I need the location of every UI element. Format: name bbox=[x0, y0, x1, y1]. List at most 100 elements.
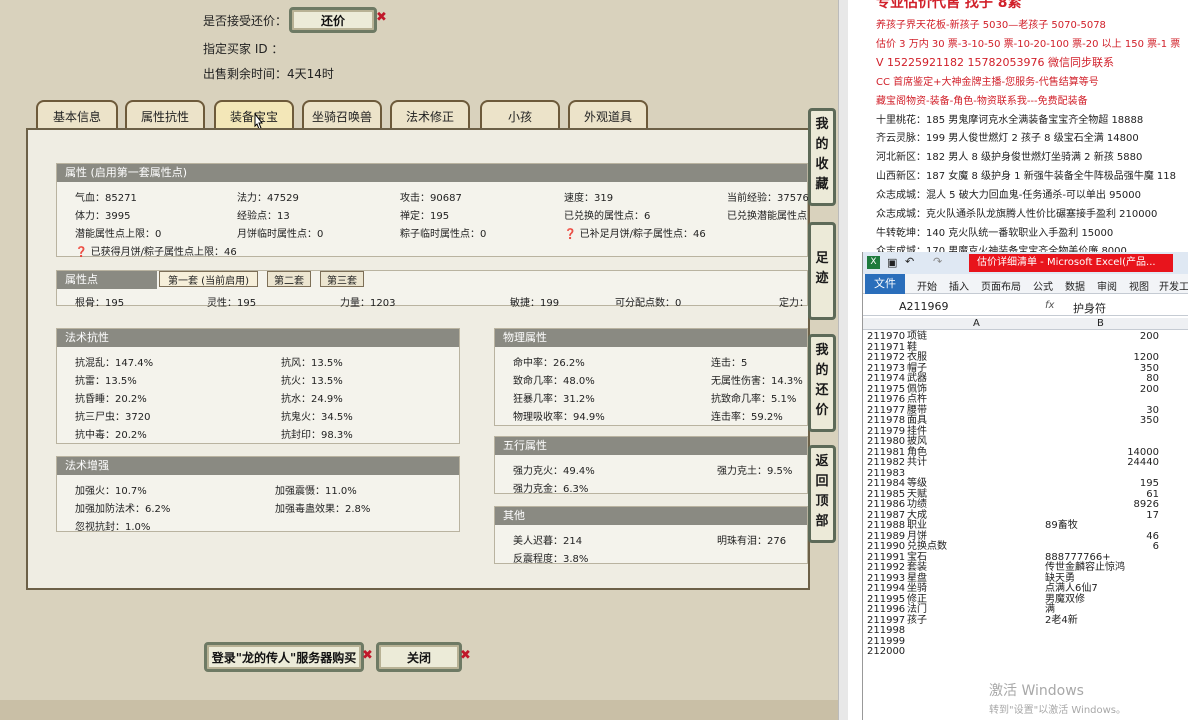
resist-cell: 抗水：24.9% bbox=[281, 394, 343, 405]
attr-cell: 禅定：195 bbox=[400, 211, 450, 222]
redo-icon[interactable]: ↷ bbox=[933, 255, 942, 268]
cell-a[interactable]: 坐骑 bbox=[907, 583, 927, 595]
attribute-group: 属性 (启用第一套属性点) 气血：85271 法力：47529 攻击：90687… bbox=[56, 163, 809, 258]
cell-b[interactable]: 6 bbox=[1153, 541, 1159, 553]
cell-b[interactable]: 89畜牧 bbox=[1045, 520, 1078, 532]
menu-page-layout[interactable]: 页面布局 bbox=[981, 278, 1021, 293]
undo-icon[interactable]: ↶ bbox=[905, 255, 914, 268]
excel-logo-icon: X bbox=[867, 256, 880, 269]
sheet-row[interactable]: 211994 坐骑 点满人6仙7 bbox=[863, 583, 1188, 595]
ad-line: 牛转乾坤：140 克火队统一番软职业入手盈利 15000 bbox=[876, 228, 1114, 239]
sheet-row[interactable]: 211972 衣服 1200 bbox=[863, 352, 1188, 364]
row-number: 212000 bbox=[867, 646, 906, 657]
cell-b[interactable]: 1200 bbox=[1134, 352, 1159, 364]
menu-view[interactable]: 视图 bbox=[1129, 278, 1149, 293]
ad-line: 估价 3 万内 30 票-3-10-50 票-10-20-100 票-20 以上… bbox=[876, 39, 1181, 50]
sheet-row[interactable]: 211990 兑换点数 6 bbox=[863, 541, 1188, 553]
sheet-row[interactable]: 211974 武器 80 bbox=[863, 373, 1188, 385]
cell-a[interactable]: 孩子 bbox=[907, 615, 927, 627]
cell-a[interactable]: 披风 bbox=[907, 436, 927, 448]
sheet-row[interactable]: 211980 披风 bbox=[863, 436, 1188, 448]
tab-appearance[interactable]: 外观道具 bbox=[568, 100, 648, 130]
history-button[interactable]: 足迹 bbox=[808, 222, 836, 320]
cell-a[interactable]: 项链 bbox=[907, 331, 927, 343]
buyer-id-label: 指定买家 ID ： bbox=[203, 42, 284, 56]
formula-input[interactable]: 护身符 bbox=[1073, 300, 1106, 316]
cell-a[interactable]: 等级 bbox=[907, 478, 927, 490]
sheet-row[interactable]: 211984 等级 195 bbox=[863, 478, 1188, 490]
cell-b[interactable]: 满 bbox=[1045, 604, 1055, 616]
sheet-row[interactable]: 211999 bbox=[863, 636, 1188, 648]
menu-insert[interactable]: 插入 bbox=[949, 278, 969, 293]
column-a-header[interactable]: A bbox=[973, 318, 980, 329]
sheet-row[interactable]: 211997 孩子 2老4新 bbox=[863, 615, 1188, 627]
cell-b[interactable]: 195 bbox=[1140, 478, 1159, 490]
my-favorites-button[interactable]: 我的收藏 bbox=[808, 108, 836, 206]
tab-children[interactable]: 小孩 bbox=[480, 100, 560, 130]
column-b-header[interactable]: B bbox=[1097, 318, 1104, 329]
cell-a[interactable]: 武器 bbox=[907, 373, 927, 385]
cell-a[interactable]: 兑换点数 bbox=[907, 541, 947, 553]
sheet-row[interactable]: 211988 职业 89畜牧 bbox=[863, 520, 1188, 532]
counter-offer-button[interactable]: 还价 bbox=[289, 7, 377, 33]
excel-titlebar: X ▣ ↶ ↷ 估价详细清单 - Microsoft Excel(产品... bbox=[863, 252, 1188, 274]
login-server-buy-button[interactable]: 登录"龙的传人"服务器购买 bbox=[204, 642, 364, 672]
points-cell: 可分配点数：0 bbox=[615, 298, 682, 309]
menu-home[interactable]: 开始 bbox=[917, 278, 937, 293]
cell-a[interactable]: 点杵 bbox=[907, 394, 927, 406]
cell-b[interactable]: 8926 bbox=[1134, 499, 1159, 511]
sheet-row[interactable]: 211986 功绩 8926 bbox=[863, 499, 1188, 511]
sheet-row[interactable]: 211996 法门 满 bbox=[863, 604, 1188, 616]
activation-watermark: 激活 Windows bbox=[989, 683, 1084, 699]
sheet-row[interactable]: 212000 bbox=[863, 646, 1188, 658]
save-icon[interactable]: ▣ bbox=[887, 256, 897, 269]
cell-b[interactable]: 点满人6仙7 bbox=[1045, 583, 1098, 595]
row-number: 211972 bbox=[867, 352, 906, 363]
ad-line: CC 首席鉴定+大神金牌主播-您服务-代售结算等号 bbox=[876, 77, 1099, 88]
tab-spell-correction[interactable]: 法术修正 bbox=[390, 100, 470, 130]
menu-formulas[interactable]: 公式 bbox=[1033, 278, 1053, 293]
sheet-row[interactable]: 211982 共计 24440 bbox=[863, 457, 1188, 469]
back-to-top-button[interactable]: 返回顶部 bbox=[808, 445, 836, 543]
menu-review[interactable]: 审阅 bbox=[1097, 278, 1117, 293]
row-number: 211996 bbox=[867, 604, 906, 615]
cell-b[interactable]: 350 bbox=[1140, 415, 1159, 427]
menu-developer[interactable]: 开发工 bbox=[1159, 278, 1188, 293]
close-button[interactable]: 关闭 bbox=[376, 642, 462, 672]
attr-cell: 已兑换潜能属性点 bbox=[727, 211, 807, 222]
sheet-row[interactable]: 211970 项链 200 bbox=[863, 331, 1188, 343]
cell-b[interactable]: 200 bbox=[1140, 331, 1159, 343]
cell-b[interactable]: 2老4新 bbox=[1045, 615, 1078, 627]
cell-b[interactable]: 200 bbox=[1140, 384, 1159, 396]
cell-a[interactable]: 共计 bbox=[907, 457, 927, 469]
tab-basic-info[interactable]: 基本信息 bbox=[36, 100, 118, 130]
tab-attributes[interactable]: 属性抗性 bbox=[125, 100, 205, 130]
tab-mounts-pets[interactable]: 坐骑召唤兽 bbox=[302, 100, 382, 130]
sheet-row[interactable]: 211976 点杵 bbox=[863, 394, 1188, 406]
subtab-set-1[interactable]: 第一套 (当前启用) bbox=[159, 271, 258, 287]
sheet-row[interactable]: 211998 bbox=[863, 625, 1188, 637]
name-box[interactable]: A211969 bbox=[899, 300, 949, 313]
cell-a[interactable]: 职业 bbox=[907, 520, 927, 532]
cell-a[interactable]: 面具 bbox=[907, 415, 927, 427]
close-x-icon: ✖ bbox=[376, 10, 387, 25]
menu-data[interactable]: 数据 bbox=[1065, 278, 1085, 293]
cell-a[interactable]: 法门 bbox=[907, 604, 927, 616]
subtab-set-3[interactable]: 第三套 bbox=[320, 271, 364, 287]
cell-b[interactable]: 17 bbox=[1146, 510, 1159, 522]
subtab-set-2[interactable]: 第二套 bbox=[267, 271, 311, 287]
cell-a[interactable]: 功绩 bbox=[907, 499, 927, 511]
menu-file[interactable]: 文件 bbox=[865, 274, 905, 294]
my-counter-offers-button[interactable]: 我的还价 bbox=[808, 334, 836, 432]
excel-window: X ▣ ↶ ↷ 估价详细清单 - Microsoft Excel(产品... 文… bbox=[862, 252, 1188, 720]
cell-b[interactable]: 24440 bbox=[1127, 457, 1159, 469]
sheet-row[interactable]: 211978 面具 350 bbox=[863, 415, 1188, 427]
physical-cell: 抗致命几率：5.1% bbox=[711, 394, 797, 405]
wuxing-group: 五行属性 强力克火：49.4% 强力克土：9.5% 强力克金：6.3% bbox=[494, 436, 808, 495]
sheet-row[interactable]: 211992 套装 传世金麟容止惊鸿 bbox=[863, 562, 1188, 574]
cell-b[interactable]: 80 bbox=[1146, 373, 1159, 385]
cell-a[interactable]: 衣服 bbox=[907, 352, 927, 364]
cell-a[interactable]: 套装 bbox=[907, 562, 927, 574]
ad-line: V 15225921182 15782053976 微信同步联系 bbox=[876, 56, 1114, 69]
cell-b[interactable]: 传世金麟容止惊鸿 bbox=[1045, 562, 1125, 574]
